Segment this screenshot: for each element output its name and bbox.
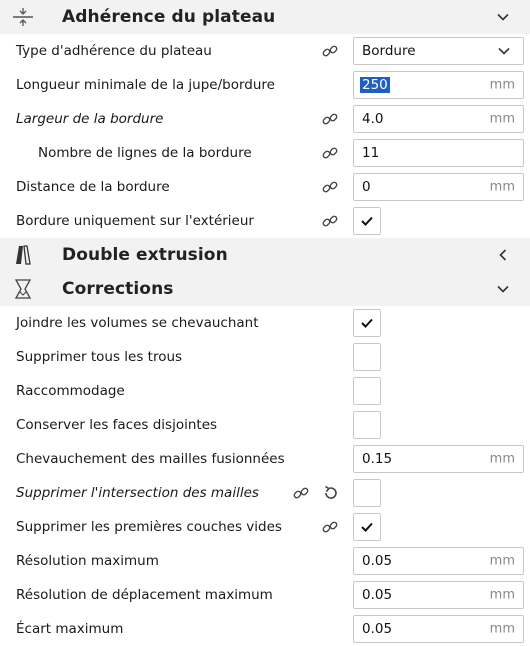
brim-width-input[interactable]: 4.0 mm <box>353 105 524 133</box>
setting-label: Joindre les volumes se chevauchant <box>16 315 259 331</box>
dropdown-value: Bordure <box>362 43 416 59</box>
setting-label: Supprimer l'intersection des mailles <box>16 485 259 501</box>
setting-row-brim-outside-only: Bordure uniquement sur l'extérieur <box>0 204 530 238</box>
input-value: 250 <box>360 77 390 93</box>
plate-adhesion-icon <box>13 8 33 26</box>
keep-disconnected-checkbox[interactable] <box>353 411 381 439</box>
remove-empty-first-layers-checkbox[interactable] <box>353 513 381 541</box>
setting-row-brim-line-count: Nombre de lignes de la bordure 11 <box>0 136 530 170</box>
input-value: 0.05 <box>362 553 393 569</box>
adhesion-type-dropdown[interactable]: Bordure <box>353 37 524 65</box>
section-title: Adhérence du plateau <box>62 7 276 27</box>
skirt-min-length-input[interactable]: 250 mm <box>353 71 524 99</box>
setting-row-max-resolution: Résolution maximum 0.05 mm <box>0 544 530 578</box>
setting-label: Conserver les faces disjointes <box>16 417 218 433</box>
setting-row-remove-intersection: Supprimer l'intersection des mailles <box>0 476 530 510</box>
setting-row-brim-gap: Distance de la bordure 0 mm <box>0 170 530 204</box>
unit-label: mm <box>489 111 515 127</box>
section-title: Corrections <box>62 279 174 299</box>
link-icon <box>293 487 309 499</box>
input-value: 0.05 <box>362 587 393 603</box>
setting-label: Nombre de lignes de la bordure <box>38 145 252 161</box>
input-value: 0.05 <box>362 621 393 637</box>
unit-label: mm <box>489 621 515 637</box>
remove-holes-checkbox[interactable] <box>353 343 381 371</box>
setting-row-remove-holes: Supprimer tous les trous <box>0 340 530 374</box>
link-icon <box>322 215 338 227</box>
unit-label: mm <box>489 451 515 467</box>
brim-outside-only-checkbox[interactable] <box>353 207 381 235</box>
input-value: 4.0 <box>362 111 384 127</box>
dual-extrusion-icon <box>16 245 31 265</box>
setting-label: Résolution maximum <box>16 553 159 569</box>
unit-label: mm <box>489 179 515 195</box>
input-value: 0.15 <box>362 451 393 467</box>
reset-icon[interactable] <box>322 484 340 502</box>
unit-label: mm <box>489 553 515 569</box>
setting-label: Type d'adhérence du plateau <box>16 43 212 59</box>
merge-overlap-input[interactable]: 0.15 mm <box>353 445 524 473</box>
unit-label: mm <box>489 77 515 93</box>
union-overlap-checkbox[interactable] <box>353 309 381 337</box>
link-icon <box>322 521 338 533</box>
remove-intersection-checkbox[interactable] <box>353 479 381 507</box>
link-icon <box>322 113 338 125</box>
max-deviation-input[interactable]: 0.05 mm <box>353 615 524 643</box>
max-travel-resolution-input[interactable]: 0.05 mm <box>353 581 524 609</box>
section-header-corrections[interactable]: Corrections <box>0 272 530 306</box>
brim-gap-input[interactable]: 0 mm <box>353 173 524 201</box>
max-resolution-input[interactable]: 0.05 mm <box>353 547 524 575</box>
checkmark-icon <box>361 318 373 328</box>
setting-row-skirt-min-length: Longueur minimale de la jupe/bordure 250… <box>0 68 530 102</box>
setting-row-max-deviation: Écart maximum 0.05 mm <box>0 612 530 646</box>
setting-row-union-overlap: Joindre les volumes se chevauchant <box>0 306 530 340</box>
section-header-dual-extrusion[interactable]: Double extrusion <box>0 238 530 272</box>
setting-label: Écart maximum <box>16 621 124 637</box>
setting-row-brim-width: Largeur de la bordure 4.0 mm <box>0 102 530 136</box>
setting-row-keep-disconnected: Conserver les faces disjointes <box>0 408 530 442</box>
setting-row-adhesion-type: Type d'adhérence du plateau Bordure <box>0 34 530 68</box>
checkmark-icon <box>361 522 373 532</box>
setting-label: Supprimer tous les trous <box>16 349 183 365</box>
input-value: 11 <box>362 145 380 161</box>
unit-label: mm <box>489 587 515 603</box>
brim-line-count-input[interactable]: 11 <box>353 139 524 167</box>
chevron-down-icon <box>498 47 510 55</box>
setting-label: Supprimer les premières couches vides <box>16 519 282 535</box>
section-header-adhesion[interactable]: Adhérence du plateau <box>0 0 530 34</box>
setting-row-extensive-stitching: Raccommodage <box>0 374 530 408</box>
chevron-left-icon[interactable] <box>496 248 510 262</box>
mesh-fixes-icon <box>14 279 32 299</box>
extensive-stitching-checkbox[interactable] <box>353 377 381 405</box>
setting-label: Raccommodage <box>16 383 125 399</box>
input-value: 0 <box>362 179 371 195</box>
setting-label: Largeur de la bordure <box>16 111 164 127</box>
setting-row-remove-empty-first-layers: Supprimer les premières couches vides <box>0 510 530 544</box>
setting-label: Longueur minimale de la jupe/bordure <box>16 77 275 93</box>
setting-label: Bordure uniquement sur l'extérieur <box>16 213 254 229</box>
chevron-down-icon[interactable] <box>496 282 510 296</box>
setting-label: Chevauchement des mailles fusionnées <box>16 451 285 467</box>
checkmark-icon <box>361 216 373 226</box>
link-icon <box>322 147 338 159</box>
chevron-down-icon[interactable] <box>496 10 510 24</box>
section-title: Double extrusion <box>62 245 228 265</box>
setting-row-merge-overlap: Chevauchement des mailles fusionnées 0.1… <box>0 442 530 476</box>
setting-label: Résolution de déplacement maximum <box>16 587 273 603</box>
setting-row-max-travel-resolution: Résolution de déplacement maximum 0.05 m… <box>0 578 530 612</box>
setting-label: Distance de la bordure <box>16 179 170 195</box>
link-icon <box>322 45 338 57</box>
link-icon <box>322 181 338 193</box>
